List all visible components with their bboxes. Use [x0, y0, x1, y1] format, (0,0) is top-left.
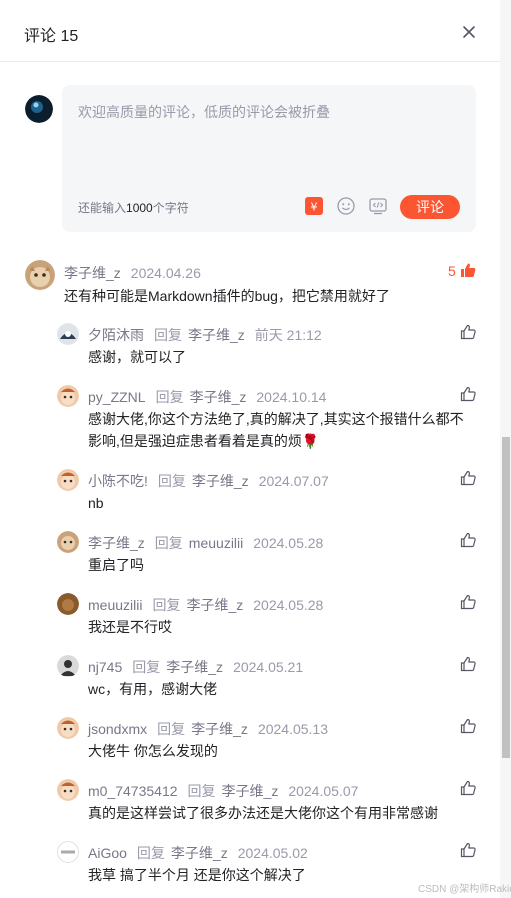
- reply-author[interactable]: m0_74735412: [88, 783, 178, 799]
- reply-avatar[interactable]: [57, 323, 79, 345]
- thumbs-up-icon[interactable]: [460, 842, 476, 858]
- reply-word: 回复: [157, 473, 186, 489]
- char-counter-suffix: 个字符: [152, 201, 189, 215]
- reply-text: 我还是不行哎: [88, 619, 172, 635]
- reply-text: nb: [88, 495, 104, 511]
- thumbs-up-icon[interactable]: [460, 718, 476, 734]
- reply-target[interactable]: 李子维_z: [186, 597, 243, 613]
- reply-date: 2024.05.07: [288, 783, 359, 799]
- reply-word: 回复: [132, 659, 161, 675]
- char-counter-number: 1000: [126, 201, 153, 215]
- reply-date: 前天 21:12: [254, 327, 322, 343]
- char-counter: 还能输入1000个字符: [78, 199, 189, 216]
- watermark: CSDN @架构师Rakic: [418, 884, 511, 895]
- emoji-icon[interactable]: [337, 197, 355, 215]
- thumbs-up-icon[interactable]: [460, 532, 476, 548]
- reply-date: 2024.05.28: [253, 597, 324, 613]
- reply-meta: AiGoo⁣ 回复 李子维_z 2024.05.02: [88, 843, 308, 863]
- reply-text: 感谢，就可以了: [88, 349, 186, 365]
- comment-text: 还有种可能是Markdown插件的bug，把它禁用就好了: [64, 288, 390, 304]
- reply-date: 2024.05.02: [237, 845, 308, 861]
- reply-author[interactable]: 李子维_z: [88, 535, 145, 551]
- thumbs-up-icon[interactable]: [460, 656, 476, 672]
- thumbs-up-icon[interactable]: [460, 470, 476, 486]
- reply-word: 回复: [155, 389, 184, 405]
- reply-target[interactable]: 李子维_z: [190, 389, 247, 405]
- reply-target[interactable]: 李子维_z: [166, 659, 223, 675]
- thumbs-up-icon[interactable]: [460, 780, 476, 796]
- reply-meta: jsondxmx 回复 李子维_z 2024.05.13: [88, 719, 328, 739]
- reply-word: 回复: [154, 327, 182, 343]
- reply-author[interactable]: 小陈不吃!: [88, 473, 148, 489]
- thumbs-up-icon[interactable]: [460, 324, 476, 340]
- comments-title: 评论 15: [24, 28, 79, 45]
- thumbs-up-filled-icon[interactable]: [460, 262, 476, 278]
- reply-text: 真的是这样尝试了很多办法还是大佬你这个有用非常感谢: [88, 805, 438, 821]
- reply-avatar[interactable]: [57, 717, 79, 739]
- reply-word: 回复: [157, 721, 186, 737]
- reply-target[interactable]: 李子维_z: [188, 327, 245, 343]
- thumbs-up-icon[interactable]: [460, 594, 476, 610]
- reply-avatar[interactable]: [57, 655, 79, 677]
- reply-avatar[interactable]: [57, 779, 79, 801]
- reply-meta: m0_74735412 回复 李子维_z 2024.05.07: [88, 781, 358, 801]
- close-icon[interactable]: [462, 25, 476, 39]
- reply-date: 2024.05.13: [257, 721, 329, 737]
- reply-meta: 小陈不吃! 回复 李子维_z 2024.07.07: [88, 471, 329, 491]
- reply-meta: meuuzilii 回复 李子维_z 2024.05.28: [88, 595, 323, 615]
- reply-author[interactable]: py_ZZNL: [88, 389, 146, 405]
- submit-comment-button[interactable]: 评论: [400, 195, 460, 219]
- reply-meta: 李子维_z 回复 meuuzilii 2024.05.28: [88, 533, 323, 553]
- reply-avatar[interactable]: [57, 841, 79, 863]
- code-icon[interactable]: [369, 197, 387, 215]
- comment-input[interactable]: 欢迎高质量的评论，低质的评论会被折叠: [78, 102, 330, 122]
- comments-header: 评论 15: [0, 0, 500, 62]
- reply-author[interactable]: nj745: [88, 659, 122, 675]
- scrollbar-thumb[interactable]: [502, 437, 510, 758]
- reply-text: 重启了吗: [88, 557, 144, 573]
- like-count: 5: [448, 263, 456, 279]
- current-user-avatar[interactable]: [25, 95, 53, 123]
- reply-word: 回复: [152, 597, 181, 613]
- reply-date: 2024.05.28: [253, 535, 324, 551]
- reply-text: wc，有用，感谢大佬: [88, 681, 218, 697]
- reply-word: 回复: [154, 535, 183, 551]
- comment-composer[interactable]: 欢迎高质量的评论，低质的评论会被折叠 还能输入1000个字符 ¥ 评论: [62, 85, 476, 232]
- reply-avatar[interactable]: [57, 531, 79, 553]
- reply-avatar[interactable]: [57, 469, 79, 491]
- avatar[interactable]: [25, 260, 55, 290]
- svg-text:¥: ¥: [311, 201, 318, 214]
- reply-target[interactable]: 李子维_z: [222, 783, 279, 799]
- red-packet-icon[interactable]: ¥: [305, 197, 323, 215]
- reply-target[interactable]: 李子维_z: [191, 721, 248, 737]
- reply-meta: 夕陌沐雨 回复 李子维_z 前天 21:12: [88, 325, 322, 345]
- reply-meta: py_ZZNL 回复 李子维_z 2024.10.14: [88, 387, 326, 407]
- reply-author[interactable]: AiGoo⁣: [88, 845, 127, 861]
- thumbs-up-icon[interactable]: [460, 386, 476, 402]
- reply-date: 2024.05.21: [233, 659, 304, 675]
- reply-text: 我草 搞了半个月 还是你这个解决了: [88, 867, 306, 883]
- comment-author[interactable]: 李子维_z: [64, 265, 121, 281]
- comment-date: 2024.04.26: [130, 265, 201, 281]
- reply-word: 回复: [136, 845, 165, 861]
- reply-date: 2024.10.14: [256, 389, 327, 405]
- reply-avatar[interactable]: [57, 593, 79, 615]
- reply-author[interactable]: 夕陌沐雨: [88, 327, 144, 343]
- char-counter-prefix: 还能输入: [78, 201, 127, 215]
- reply-target[interactable]: 李子维_z: [171, 845, 228, 861]
- reply-meta: nj745 回复 李子维_z 2024.05.21: [88, 657, 303, 677]
- reply-target[interactable]: 李子维_z: [192, 473, 249, 489]
- reply-author[interactable]: meuuzilii: [88, 597, 142, 613]
- comment-meta: 李子维_z 2024.04.26: [64, 263, 201, 283]
- reply-author[interactable]: jsondxmx: [88, 721, 147, 737]
- reply-text-line2: 影响,但是强迫症患者看着是真的烦🌹: [88, 433, 320, 449]
- reply-text: 大佬牛 你怎么发现的: [88, 743, 218, 759]
- reply-date: 2024.07.07: [258, 473, 329, 489]
- reply-target[interactable]: meuuzilii: [189, 535, 243, 551]
- reply-text: 感谢大佬,你这个方法绝了,真的解决了,其实这个报错什么都不: [88, 411, 464, 427]
- reply-word: 回复: [187, 783, 216, 799]
- reply-avatar[interactable]: [57, 385, 79, 407]
